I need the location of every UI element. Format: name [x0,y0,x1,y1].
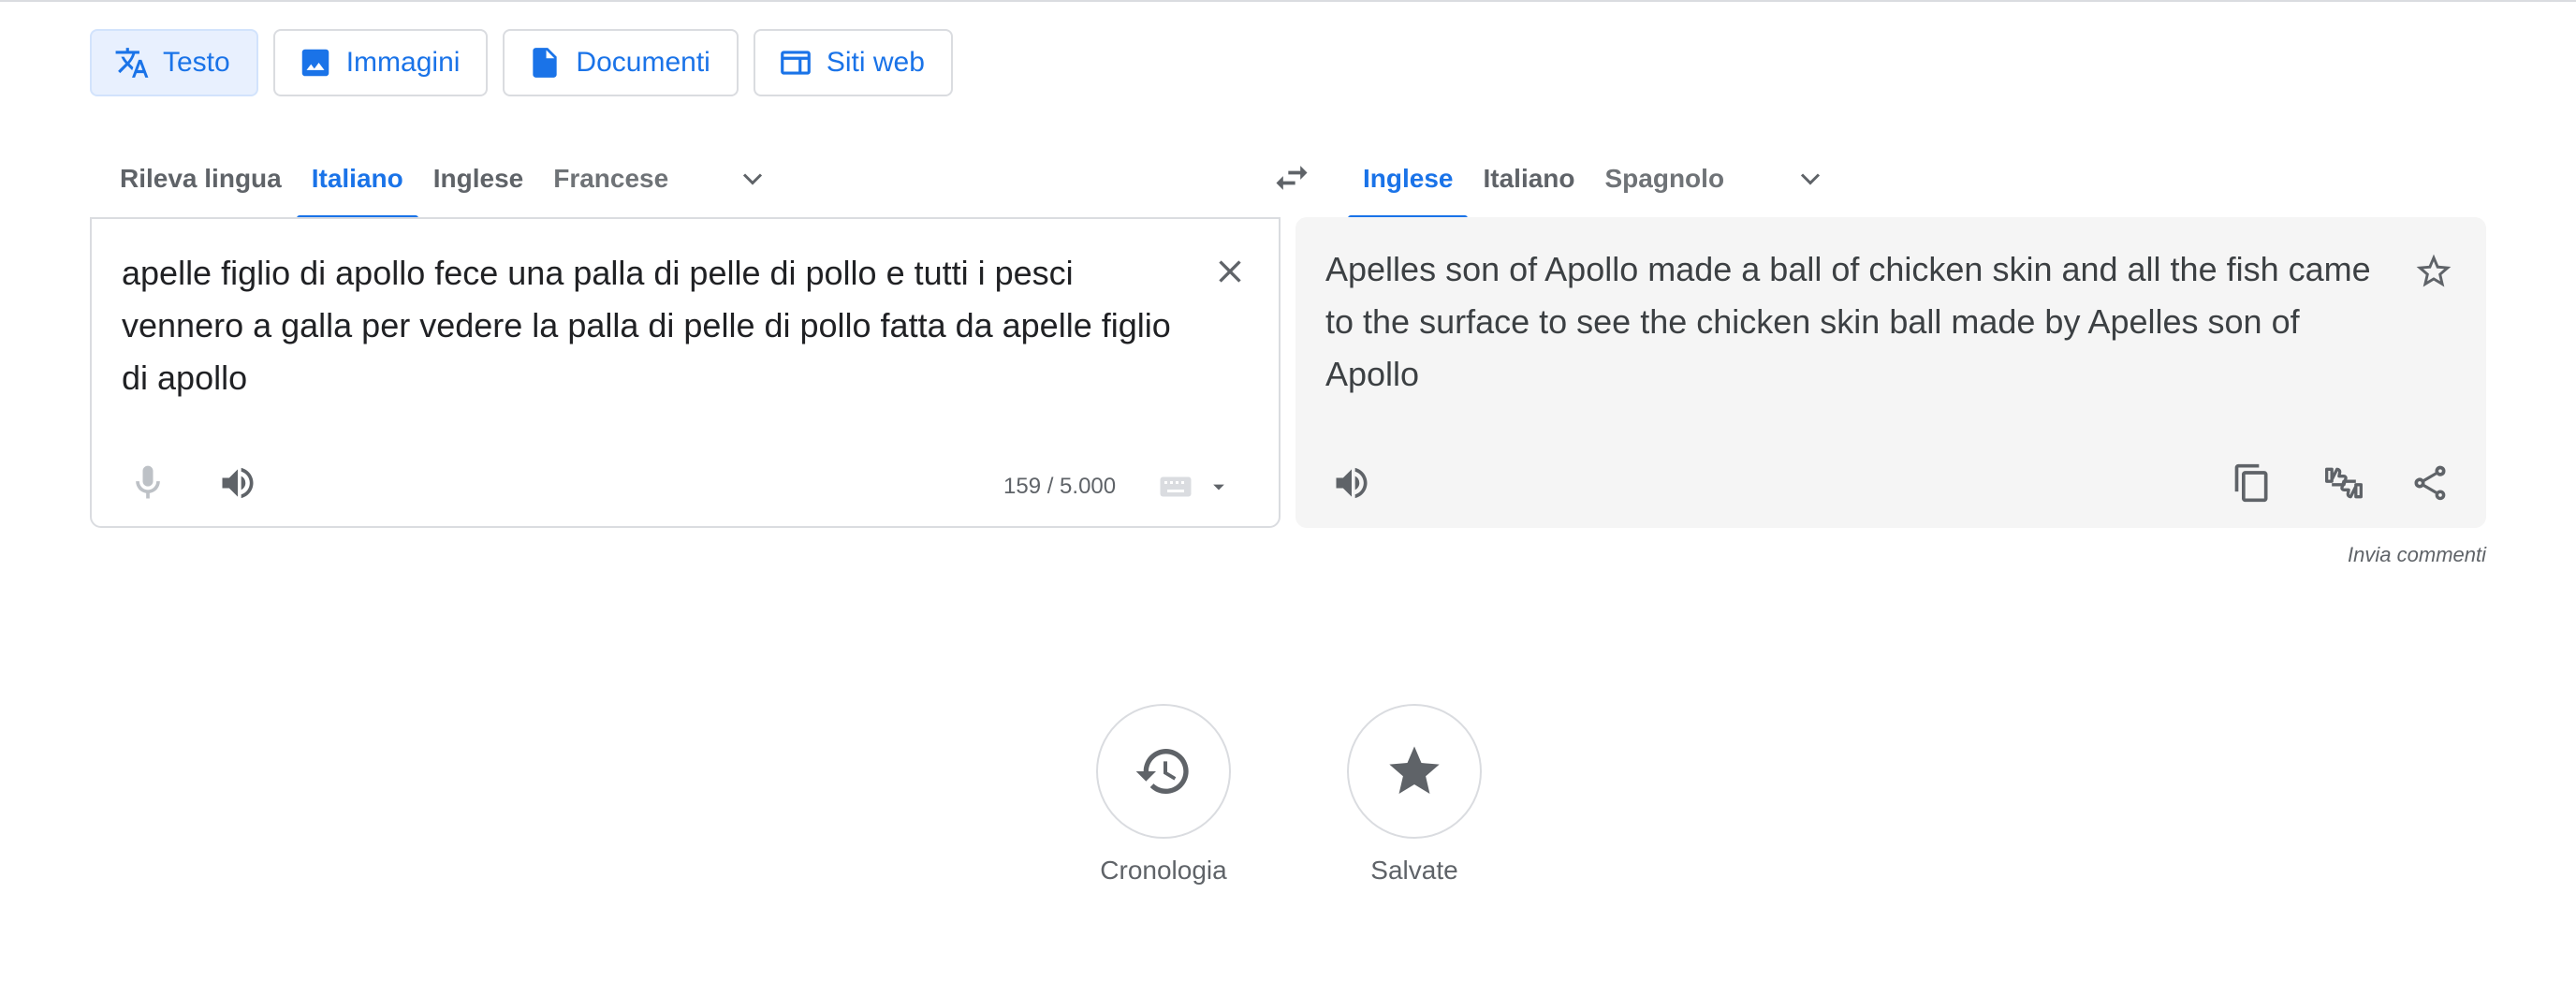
target-lang-english[interactable]: Inglese [1348,139,1469,219]
listen-translation-button[interactable] [1324,455,1380,511]
mode-images-button[interactable]: Immagini [272,29,489,96]
target-language-bar: Inglese Italiano Spagnolo [1348,139,1838,219]
listen-source-button[interactable] [210,455,266,511]
history-button[interactable]: Cronologia [1095,704,1232,886]
history-circle[interactable] [1096,704,1231,839]
target-panel: Apelles son of Apollo made a ball of chi… [1295,217,2486,528]
mode-text-button[interactable]: Testo [90,29,258,96]
share-icon [2414,465,2446,501]
website-icon [780,51,811,75]
source-lang-italian[interactable]: Italiano [296,139,418,219]
target-lang-spanish[interactable]: Spagnolo [1590,139,1740,219]
character-count: 159 / 5.000 [1003,474,1117,499]
image-icon [301,49,329,77]
star-icon [1389,746,1440,794]
voice-input-button[interactable] [120,455,176,511]
chevron-down-icon [1800,173,1821,185]
chevron-down-icon [743,173,763,185]
copy-translation-button[interactable] [2224,455,2280,511]
send-feedback-link[interactable]: Invia commenti [2348,543,2486,567]
source-lang-english[interactable]: Inglese [418,139,538,219]
mode-documents-label: Documenti [576,47,710,78]
history-icon [1135,749,1189,794]
copy-icon [2234,463,2268,503]
target-more-languages-button[interactable] [1782,139,1838,219]
share-translation-button[interactable] [2402,455,2458,511]
document-icon [533,48,558,78]
rate-icon [2325,467,2363,499]
history-label: Cronologia [1100,856,1227,885]
dropdown-icon [1213,484,1224,490]
microphone-icon [136,465,160,499]
saved-button[interactable]: Salvate [1346,704,1483,886]
mode-documents-button[interactable]: Documenti [503,29,739,96]
source-lang-french[interactable]: Francese [538,139,683,219]
rate-translation-button[interactable] [2316,455,2372,511]
speaker-icon [1336,467,1368,499]
mode-text-label: Testo [163,47,230,78]
mode-selector: Testo Immagini Documenti Siti web [90,29,953,96]
input-tools-button[interactable] [1159,474,1232,500]
saved-circle[interactable] [1347,704,1482,839]
source-more-languages-button[interactable] [724,139,781,219]
source-lang-detect[interactable]: Rileva lingua [105,139,297,219]
mode-websites-label: Siti web [826,47,925,78]
speaker-icon [222,467,254,499]
close-icon [1219,260,1241,283]
keyboard-icon [1160,476,1192,497]
swap-icon [1276,166,1308,190]
target-lang-italian[interactable]: Italiano [1468,139,1589,219]
swap-languages-button[interactable] [1266,152,1318,204]
top-divider [0,0,2576,2]
star-outline-icon [2416,254,2452,287]
source-language-bar: Rileva lingua Italiano Inglese Francese [105,139,781,219]
translation-output: Apelles son of Apollo made a ball of chi… [1325,250,2371,393]
translate-icon [115,48,149,78]
clear-source-button[interactable] [1206,247,1254,296]
mode-images-label: Immagini [345,47,461,78]
source-text-input[interactable]: apelle figlio di apollo fece una palla d… [122,247,1179,404]
mode-websites-button[interactable]: Siti web [753,29,953,96]
saved-label: Salvate [1370,856,1458,885]
save-translation-button[interactable] [2409,247,2458,296]
source-panel: apelle figlio di apollo fece una palla d… [90,217,1281,528]
